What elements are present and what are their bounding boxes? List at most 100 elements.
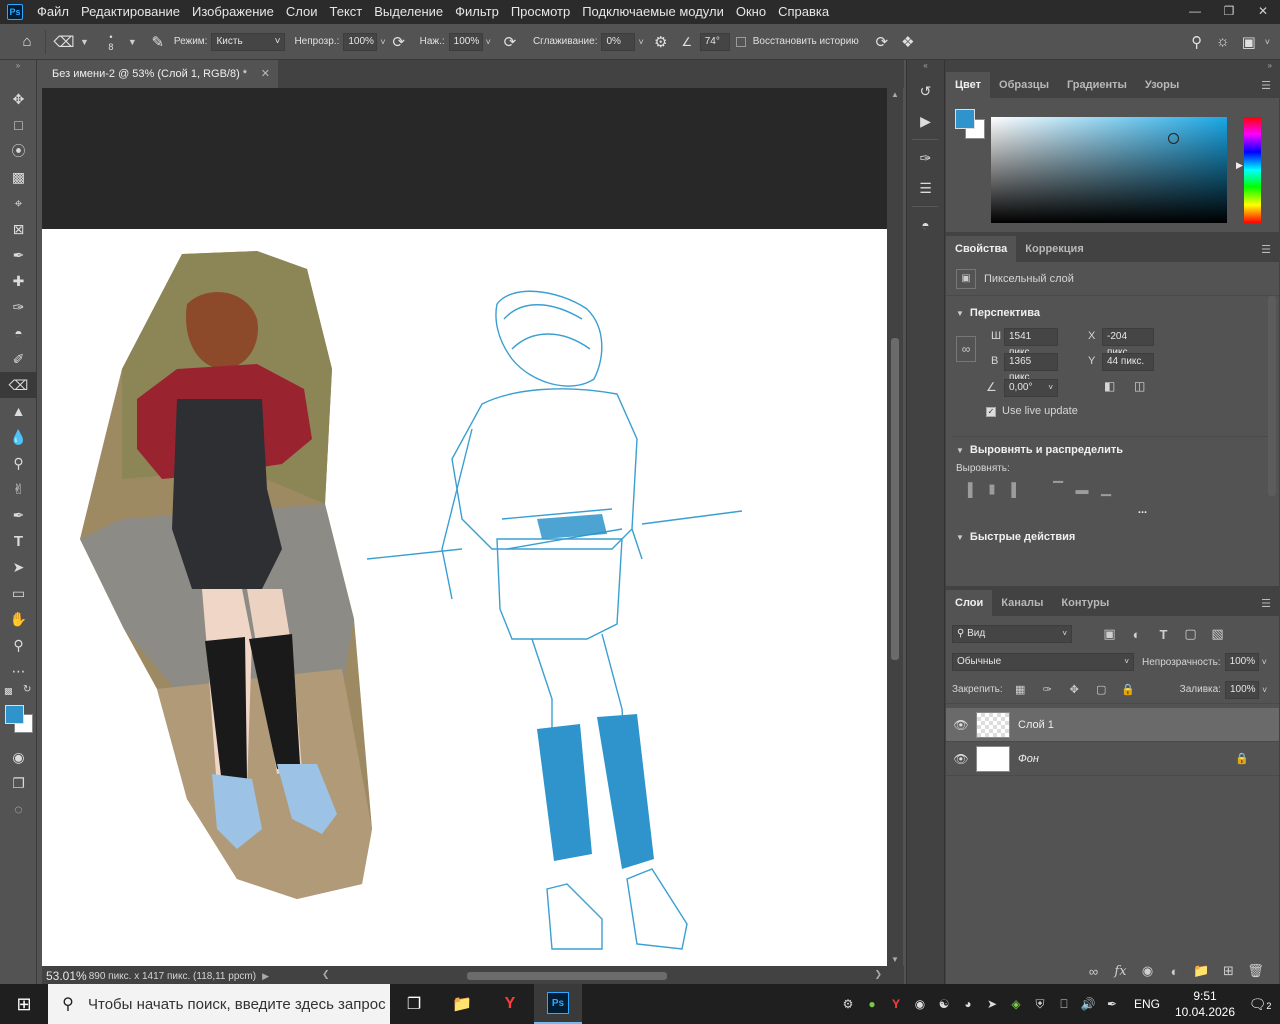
default-colors-icon[interactable]: ▩: [4, 686, 13, 697]
collapse-toolbox-icon[interactable]: »: [0, 60, 36, 74]
tray-app-icon[interactable]: ●: [860, 997, 884, 1011]
document-tab[interactable]: Без имени-2 @ 53% (Слой 1, RGB/8) * ✕: [42, 60, 278, 88]
pressure-input[interactable]: 100%: [448, 32, 483, 51]
menu-view[interactable]: Просмотр: [505, 0, 576, 24]
lasso-tool-icon[interactable]: ⦿: [0, 138, 37, 164]
lock-all-icon[interactable]: 🔒: [1115, 683, 1142, 696]
live-update-checkbox[interactable]: ✓: [986, 407, 996, 417]
lock-transparent-icon[interactable]: ▦: [1007, 683, 1034, 696]
menu-type[interactable]: Текст: [324, 0, 369, 24]
x-input[interactable]: -204 пикс: [1102, 328, 1154, 358]
layer-row[interactable]: 👁 Фон 🔒: [946, 742, 1279, 776]
chevron-down-icon[interactable]: ˅: [1265, 37, 1270, 47]
transform-section[interactable]: ▼ Перспектива: [946, 300, 1279, 326]
smoothing-input[interactable]: 0%: [601, 32, 636, 51]
quick-mask-icon[interactable]: ◉: [0, 744, 37, 770]
filter-smart-object-icon[interactable]: ▧: [1204, 626, 1231, 642]
link-layers-icon[interactable]: ∞: [1080, 964, 1107, 979]
layer-row[interactable]: 👁 Слой 1: [946, 708, 1279, 742]
tray-app-4-icon[interactable]: ◈: [1004, 997, 1028, 1011]
scroll-right-icon[interactable]: ❯: [874, 969, 882, 980]
lock-icon[interactable]: 🔒: [1235, 752, 1249, 765]
link-icon[interactable]: ∞: [956, 336, 976, 362]
edit-toolbar-icon[interactable]: ◌: [0, 796, 37, 822]
adjustment-layer-icon[interactable]: ◐: [1161, 964, 1188, 979]
quick-actions-section[interactable]: ▼ Быстрые действия: [946, 524, 1279, 550]
marquee-tool-icon[interactable]: □: [0, 112, 37, 138]
chevron-down-icon[interactable]: ▼: [80, 37, 89, 47]
canvas-workspace[interactable]: [42, 88, 887, 966]
add-mask-icon[interactable]: ◉: [1134, 963, 1161, 979]
lock-artboard-icon[interactable]: ▢: [1088, 683, 1115, 696]
color-picker-ring[interactable]: [1168, 133, 1179, 144]
restore-history-checkbox[interactable]: [735, 36, 746, 47]
photoshop-taskbar-icon[interactable]: Ps: [534, 984, 582, 1024]
tab-color[interactable]: Цвет: [946, 72, 991, 98]
history-panel-icon[interactable]: ↺: [907, 76, 944, 106]
minimize-icon[interactable]: —: [1178, 0, 1212, 22]
new-group-icon[interactable]: 📁: [1188, 963, 1215, 979]
swap-colors-icon[interactable]: ↻: [23, 684, 31, 695]
align-center-v-icon[interactable]: ▬: [1070, 482, 1094, 497]
eraser-tool-preset-icon[interactable]: ⌫: [51, 29, 77, 55]
chevron-down-icon[interactable]: ˅: [486, 37, 491, 47]
taskbar-search[interactable]: ⚲ Чтобы начать поиск, введите здесь запр…: [48, 984, 390, 1024]
close-icon[interactable]: ✕: [261, 60, 270, 88]
chevron-down-icon[interactable]: ▼: [128, 37, 137, 47]
vertical-scroll-thumb[interactable]: [891, 338, 899, 660]
yandex-browser-icon[interactable]: Y: [486, 984, 534, 1024]
scroll-left-icon[interactable]: ❮: [322, 969, 330, 980]
zoom-level[interactable]: 53.01%: [42, 969, 89, 983]
rotation-input[interactable]: 0,00° ˅: [1004, 379, 1058, 397]
brush-settings-icon[interactable]: ✎: [145, 29, 171, 55]
clone-source-panel-icon[interactable]: ◓: [907, 210, 944, 240]
menu-edit[interactable]: Редактирование: [75, 0, 186, 24]
flip-horizontal-icon[interactable]: ◧: [1104, 379, 1115, 393]
align-section[interactable]: ▼ Выровнять и распределить: [946, 437, 1279, 463]
pressure-size-icon[interactable]: ⟳: [869, 29, 895, 55]
blur-tool-icon[interactable]: 💧: [0, 424, 37, 450]
close-icon[interactable]: ✕: [1246, 0, 1280, 22]
chevron-down-icon[interactable]: ˅: [1262, 685, 1267, 695]
horizontal-scroll-thumb[interactable]: [467, 972, 667, 980]
type-tool-icon[interactable]: T: [0, 528, 37, 554]
clone-stamp-tool-icon[interactable]: ◓: [0, 320, 37, 346]
menu-help[interactable]: Справка: [772, 0, 835, 24]
crop-tool-icon[interactable]: ⌖: [0, 190, 37, 216]
hue-marker-icon[interactable]: ▶: [1236, 160, 1243, 171]
dodge-tool-icon[interactable]: ⚲: [0, 450, 37, 476]
tab-channels[interactable]: Каналы: [992, 590, 1052, 616]
pen-tool-icon[interactable]: ✒: [0, 502, 37, 528]
path-selection-tool-icon[interactable]: ➤: [0, 554, 37, 580]
menu-file[interactable]: Файл: [31, 0, 75, 24]
color-field[interactable]: [991, 117, 1227, 223]
language-indicator[interactable]: ENG: [1124, 997, 1170, 1011]
lightbulb-icon[interactable]: ☼: [1210, 29, 1236, 55]
symmetry-icon[interactable]: ❖: [895, 29, 921, 55]
healing-brush-tool-icon[interactable]: ✚: [0, 268, 37, 294]
filter-shape-icon[interactable]: ▢: [1177, 626, 1204, 642]
gear-icon[interactable]: ⚙: [648, 29, 674, 55]
network-icon[interactable]: ⎕: [1052, 997, 1076, 1012]
brush-size-picker[interactable]: • 8: [97, 29, 125, 55]
move-tool-icon[interactable]: ✥: [0, 86, 37, 112]
tray-app-3-icon[interactable]: ◕: [956, 997, 980, 1011]
clock[interactable]: 9:51 10.04.2026: [1170, 988, 1240, 1020]
tray-app-2-icon[interactable]: ◉: [908, 997, 932, 1011]
align-left-icon[interactable]: ▐: [956, 482, 980, 497]
canvas-document[interactable]: [42, 229, 887, 966]
height-input[interactable]: 1365 пикс: [1004, 353, 1058, 383]
tab-layers[interactable]: Слои: [946, 590, 993, 616]
delete-layer-icon[interactable]: 🗑: [1242, 963, 1269, 979]
pen-icon[interactable]: ✒: [1100, 997, 1124, 1011]
yandex-tray-icon[interactable]: Y: [884, 997, 908, 1011]
layer-opacity-input[interactable]: 100%: [1224, 653, 1259, 671]
panel-menu-icon[interactable]: ☰: [1261, 243, 1271, 256]
layer-name[interactable]: Фон: [1018, 753, 1039, 765]
paint-bucket-tool-icon[interactable]: ▲: [0, 398, 37, 424]
collapse-dock-icon[interactable]: «: [907, 60, 944, 74]
eyedropper-tool-icon[interactable]: ✒: [0, 242, 37, 268]
filter-type-icon[interactable]: T: [1150, 627, 1177, 642]
panel-menu-icon[interactable]: ☰: [1261, 79, 1271, 92]
discord-icon[interactable]: ☯: [932, 997, 956, 1011]
